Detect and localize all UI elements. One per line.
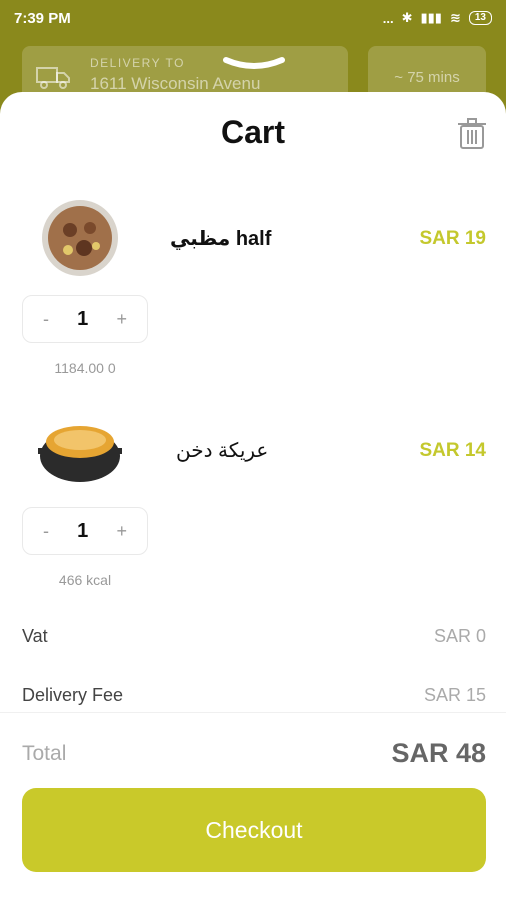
plus-button[interactable]: +	[116, 309, 127, 330]
status-icons: ... ✱ ▮▮▮ ≋ 13	[383, 10, 492, 26]
quantity-value: 1	[77, 307, 89, 330]
page-title: Cart	[220, 114, 285, 150]
item-name: عريكة دخن	[176, 440, 269, 462]
quantity-value: 1	[77, 519, 89, 542]
plus-button[interactable]: +	[116, 521, 127, 542]
more-dots-icon: ...	[382, 10, 394, 26]
minus-button[interactable]: -	[43, 309, 49, 330]
vat-label: Vat	[22, 626, 48, 646]
battery-icon: 13	[468, 11, 492, 25]
item-note: 466 kcal	[58, 572, 112, 588]
trash-icon[interactable]	[458, 118, 486, 150]
total-row: Total SAR 48	[22, 738, 486, 769]
status-bar: 7:39 PM ... ✱ ▮▮▮ ≋ 13	[0, 0, 506, 36]
delivery-fee-row: Delivery Fee SAR 15	[22, 685, 486, 706]
delivery-fee-label: Delivery Fee	[22, 685, 124, 705]
chevron-down-icon[interactable]	[222, 56, 286, 76]
food-image	[38, 426, 122, 482]
item-price: SAR 14	[419, 440, 486, 461]
cart-sheet: Cart مظبي half SAR 19 - 1 + 1184.00 0 عر…	[0, 92, 506, 900]
bluetooth-icon: ✱	[401, 10, 413, 25]
status-time: 7:39 PM	[14, 9, 71, 27]
quantity-stepper: - 1 +	[22, 295, 148, 343]
vat-row: Vat SAR 0	[22, 626, 486, 647]
eta-text: ~ 75 mins	[394, 68, 460, 86]
item-name: مظبي half	[170, 228, 272, 250]
item-price: SAR 19	[419, 228, 486, 249]
vat-value: SAR 0	[433, 626, 486, 646]
divider	[0, 712, 506, 713]
checkout-label: Checkout	[205, 816, 303, 843]
total-label: Total	[22, 741, 67, 765]
delivery-fee-value: SAR 15	[423, 685, 486, 705]
wifi-icon: ≋	[449, 10, 461, 25]
quantity-stepper: - 1 +	[22, 507, 148, 555]
checkout-button[interactable]: Checkout	[22, 788, 486, 872]
food-image	[42, 200, 118, 276]
signal-icon: ▮▮▮	[420, 10, 442, 25]
total-value: SAR 48	[391, 738, 486, 768]
minus-button[interactable]: -	[43, 521, 49, 542]
item-note: 1184.00 0	[54, 360, 116, 376]
truck-icon	[36, 67, 70, 89]
delivery-address: 1611 Wisconsin Avenu	[90, 74, 261, 93]
